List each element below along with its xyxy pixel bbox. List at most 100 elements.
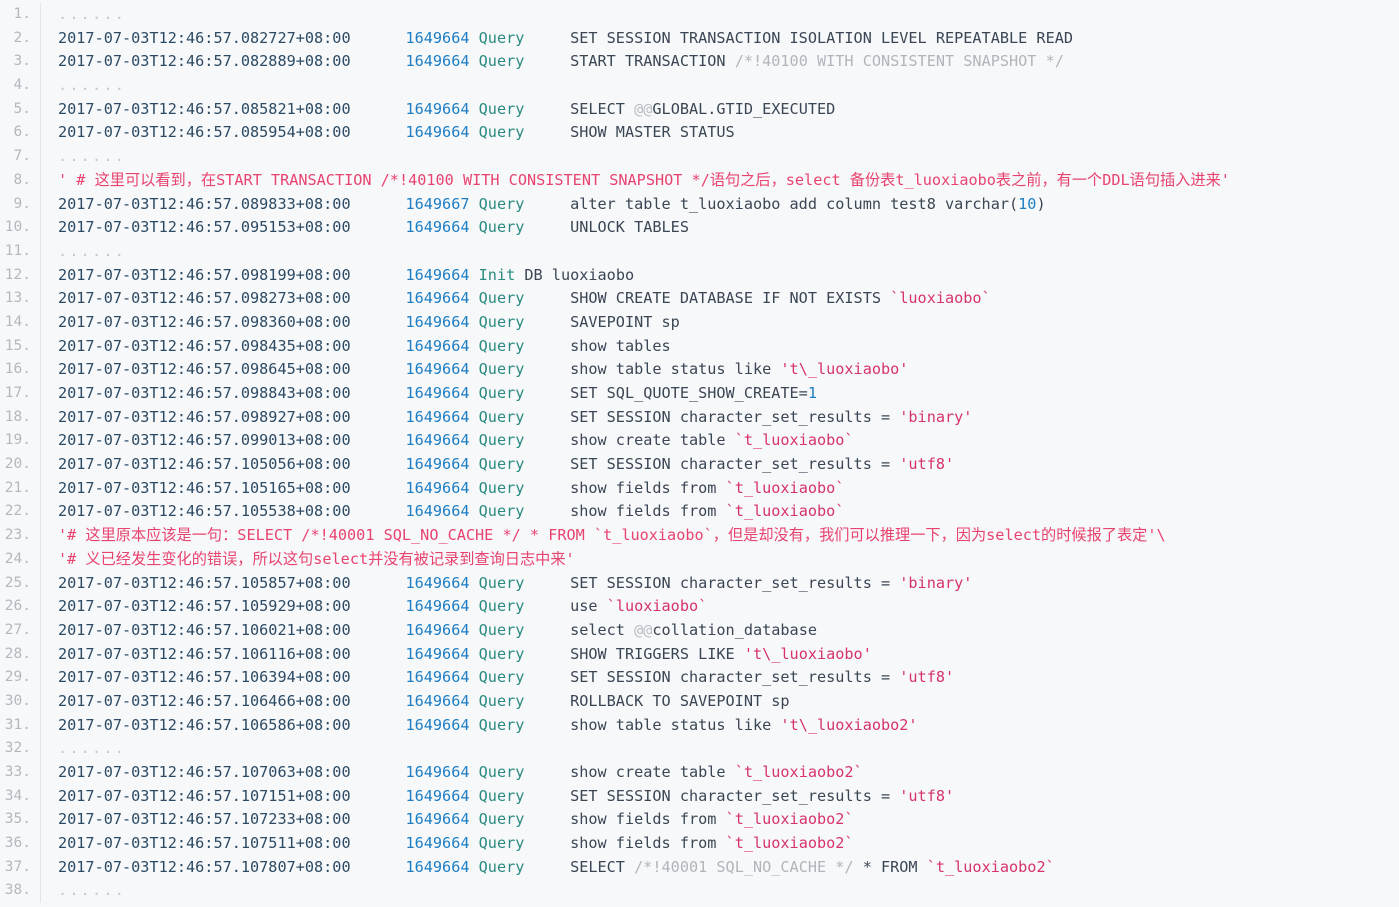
- code-line-content: 2017-07-03T12:46:57.106021+08:00 1649664…: [41, 619, 1399, 643]
- token-cmd: Query: [478, 502, 525, 521]
- line-number: 5.: [0, 97, 41, 122]
- line-number: 18.: [0, 405, 41, 430]
- code-line[interactable]: 9. 2017-07-03T12:46:57.089833+08:00 16496…: [0, 192, 1399, 217]
- token-num: 1649664: [405, 786, 470, 805]
- code-line[interactable]: 33. 2017-07-03T12:46:57.107063+08:00 1649…: [0, 761, 1399, 785]
- token-num: 1649664: [405, 123, 470, 142]
- line-number: 27.: [0, 618, 41, 643]
- code-line[interactable]: 5. 2017-07-03T12:46:57.085821+08:00 16496…: [0, 97, 1399, 122]
- code-line[interactable]: 36. 2017-07-03T12:46:57.107511+08:00 1649…: [0, 832, 1399, 856]
- code-line[interactable]: 2. 2017-07-03T12:46:57.082727+08:00 16496…: [0, 26, 1399, 51]
- code-line[interactable]: 6. 2017-07-03T12:46:57.085954+08:00 16496…: [0, 121, 1399, 146]
- line-number: 21.: [0, 476, 41, 501]
- code-line[interactable]: 16. 2017-07-03T12:46:57.098645+08:00 1649…: [0, 358, 1399, 383]
- code-line[interactable]: 31. 2017-07-03T12:46:57.106586+08:00 1649…: [0, 713, 1399, 738]
- token-num: 1: [807, 384, 817, 402]
- line-number: 2.: [0, 26, 41, 51]
- code-line-content: 2017-07-03T12:46:57.106116+08:00 1649664…: [41, 643, 1399, 667]
- token-plain: * FROM: [853, 857, 927, 876]
- code-line[interactable]: 17. 2017-07-03T12:46:57.098843+08:00 1649…: [0, 382, 1399, 406]
- token-plain: ): [1036, 194, 1046, 213]
- code-line-content: 2017-07-03T12:46:57.089833+08:00 1649667…: [41, 193, 1399, 217]
- code-line[interactable]: 24. '# 义已经发生变化的错误，所以这句select并没有被记录到查询日志中来…: [0, 547, 1399, 572]
- code-line[interactable]: 15. 2017-07-03T12:46:57.098435+08:00 1649…: [0, 334, 1399, 359]
- token-ts: 2017-07-03T12:46:57.085954+08:00: [58, 123, 351, 142]
- code-line[interactable]: 3. 2017-07-03T12:46:57.082889+08:00 16496…: [0, 50, 1399, 75]
- token-cmd: Query: [478, 620, 525, 639]
- code-line-content: ......: [41, 74, 1399, 98]
- code-line-content: 2017-07-03T12:46:57.107233+08:00 1649664…: [41, 808, 1399, 832]
- code-line-content: ......: [41, 737, 1399, 761]
- code-line[interactable]: 7.......: [0, 145, 1399, 169]
- code-line[interactable]: 30. 2017-07-03T12:46:57.106466+08:00 1649…: [0, 689, 1399, 714]
- token-num: 1649667: [405, 194, 470, 213]
- code-line[interactable]: 18. 2017-07-03T12:46:57.098927+08:00 1649…: [0, 405, 1399, 430]
- code-line[interactable]: 35. 2017-07-03T12:46:57.107233+08:00 1649…: [0, 808, 1399, 833]
- token-plain: UNLOCK TABLES: [524, 218, 689, 237]
- code-line[interactable]: 4.......: [0, 74, 1399, 98]
- code-line[interactable]: 20. 2017-07-03T12:46:57.105056+08:00 1649…: [0, 453, 1399, 477]
- line-number: 31.: [0, 713, 41, 738]
- code-line-content: ' # 这里可以看到，在START TRANSACTION /*!40100 W…: [41, 169, 1399, 193]
- token-ts: 2017-07-03T12:46:57.106466+08:00: [58, 691, 351, 710]
- code-line-content: '# 这里原本应该是一句：SELECT /*!40001 SQL_NO_CACH…: [41, 524, 1399, 548]
- code-line-content: 2017-07-03T12:46:57.098199+08:00 1649664…: [41, 264, 1399, 288]
- code-line-content: 2017-07-03T12:46:57.107151+08:00 1649664…: [41, 785, 1399, 809]
- code-line[interactable]: 28. 2017-07-03T12:46:57.106116+08:00 1649…: [0, 642, 1399, 667]
- code-line[interactable]: 11.......: [0, 239, 1399, 264]
- code-line[interactable]: 14. 2017-07-03T12:46:57.098360+08:00 1649…: [0, 310, 1399, 335]
- token-ts: 2017-07-03T12:46:57.105929+08:00: [58, 597, 351, 616]
- token-num: 1649664: [405, 668, 470, 687]
- code-line[interactable]: 13. 2017-07-03T12:46:57.098273+08:00 1649…: [0, 287, 1399, 311]
- token-ts: 2017-07-03T12:46:57.106394+08:00: [58, 668, 351, 687]
- token-str: `t_luoxiaobo`: [725, 502, 845, 521]
- code-line[interactable]: 37. 2017-07-03T12:46:57.107807+08:00 1649…: [0, 855, 1399, 880]
- code-block-viewer[interactable]: 1....... 2. 2017-07-03T12:46:57.082727+08:…: [0, 0, 1399, 907]
- code-line[interactable]: 10. 2017-07-03T12:46:57.095153+08:00 1649…: [0, 216, 1399, 240]
- token-cmd: Query: [478, 668, 525, 687]
- token-plain: show fields from: [524, 834, 726, 853]
- code-line[interactable]: 27. 2017-07-03T12:46:57.106021+08:00 1649…: [0, 618, 1399, 643]
- code-line[interactable]: 22. 2017-07-03T12:46:57.105538+08:00 1649…: [0, 500, 1399, 525]
- code-line[interactable]: 19. 2017-07-03T12:46:57.099013+08:00 1649…: [0, 429, 1399, 454]
- code-line-content: 2017-07-03T12:46:57.085954+08:00 1649664…: [41, 121, 1399, 145]
- token-ts: 2017-07-03T12:46:57.105857+08:00: [58, 573, 351, 592]
- code-line[interactable]: 25. 2017-07-03T12:46:57.105857+08:00 1649…: [0, 571, 1399, 596]
- code-line[interactable]: 21. 2017-07-03T12:46:57.105165+08:00 1649…: [0, 476, 1399, 501]
- token-num: 1649664: [405, 384, 470, 402]
- line-number: 8.: [0, 168, 41, 193]
- code-line[interactable]: 1.......: [0, 3, 1399, 27]
- code-line[interactable]: 12. 2017-07-03T12:46:57.098199+08:00 1649…: [0, 263, 1399, 288]
- code-line[interactable]: 29. 2017-07-03T12:46:57.106394+08:00 1649…: [0, 666, 1399, 690]
- code-line-content: 2017-07-03T12:46:57.107511+08:00 1649664…: [41, 832, 1399, 856]
- code-line[interactable]: 26. 2017-07-03T12:46:57.105929+08:00 1649…: [0, 595, 1399, 619]
- code-line[interactable]: 34. 2017-07-03T12:46:57.107151+08:00 1649…: [0, 784, 1399, 809]
- code-line[interactable]: 8. ' # 这里可以看到，在START TRANSACTION /*!40100…: [0, 168, 1399, 193]
- code-line[interactable]: 38.......: [0, 879, 1399, 904]
- code-line[interactable]: 23. '# 这里原本应该是一句：SELECT /*!40001 SQL_NO_C…: [0, 524, 1399, 548]
- token-ellipsis: ......: [58, 881, 127, 900]
- code-line-content: ......: [41, 3, 1399, 27]
- code-line-content: 2017-07-03T12:46:57.105929+08:00 1649664…: [41, 595, 1399, 619]
- code-line[interactable]: 32.......: [0, 737, 1399, 762]
- token-num: 1649664: [405, 360, 470, 379]
